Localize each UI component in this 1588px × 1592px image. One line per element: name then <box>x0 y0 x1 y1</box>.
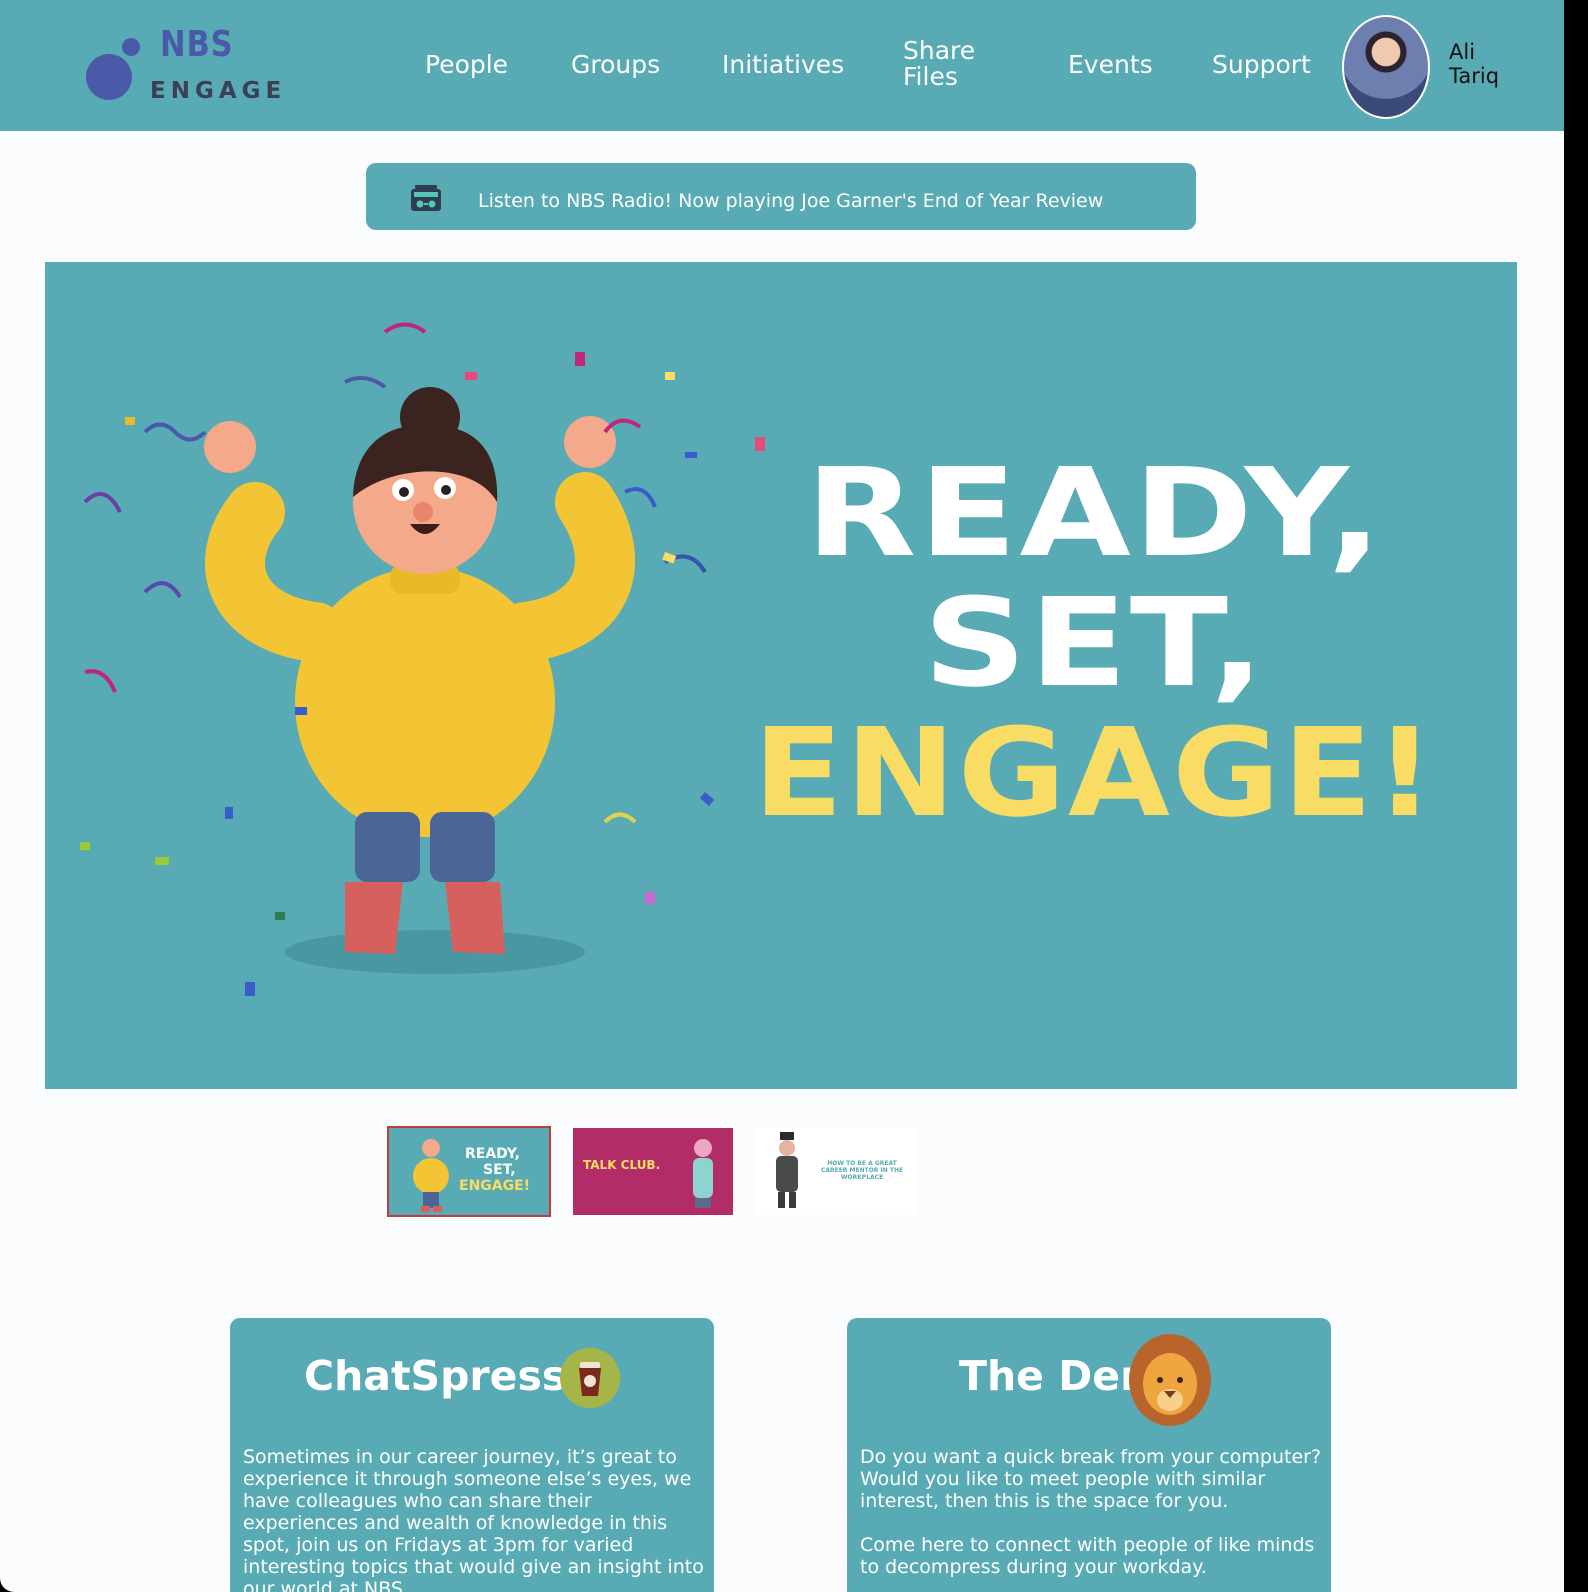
the-den-description: Do you want a quick break from your comp… <box>860 1446 1322 1592</box>
thumb1-line1: READY, <box>465 1146 520 1162</box>
the-den-title: The Den <box>959 1352 1150 1400</box>
nav-share-files[interactable]: Share Files <box>903 38 993 90</box>
nav-initiatives[interactable]: Initiatives <box>722 52 844 78</box>
radio-banner[interactable]: Listen to NBS Radio! Now playing Joe Gar… <box>366 163 1196 230</box>
thumb1-line2: SET, <box>483 1162 516 1178</box>
user-name[interactable]: Ali Tariq <box>1449 40 1499 88</box>
nbs-engage-logo[interactable]: NBS ENGAGE <box>84 24 287 106</box>
logo-small-dot <box>120 36 142 58</box>
nav-events[interactable]: Events <box>1068 52 1153 78</box>
user-first-name: Ali <box>1449 40 1476 64</box>
chatspresso-card[interactable]: ChatSpresso Sometimes in our career jour… <box>230 1318 714 1592</box>
logo-engage-text: ENGAGE <box>150 78 287 104</box>
nav-support[interactable]: Support <box>1212 52 1311 78</box>
thumb1-line3: ENGAGE! <box>459 1178 531 1194</box>
thumbnail-character-icon <box>693 1139 713 1208</box>
nav-groups[interactable]: Groups <box>571 52 660 78</box>
chatspresso-title: ChatSpresso <box>304 1352 595 1400</box>
carousel-thumbnail-2[interactable]: TALK CLUB. <box>573 1128 733 1215</box>
hero-heading-line-2: SET, <box>923 572 1267 714</box>
thumb2-title: TALK CLUB. <box>583 1158 661 1172</box>
nav-people[interactable]: People <box>425 52 508 78</box>
radio-icon <box>411 185 441 211</box>
radio-text: Listen to NBS Radio! Now playing Joe Gar… <box>478 190 1104 212</box>
the-den-card[interactable]: The Den Do you want a quick break from y… <box>847 1318 1331 1592</box>
carousel-thumbnail-1[interactable]: READY, SET, ENGAGE! <box>387 1126 551 1217</box>
the-den-paragraph-2: Come here to connect with people of like… <box>860 1534 1315 1578</box>
coffee-cup-icon <box>560 1348 620 1408</box>
chatspresso-description: Sometimes in our career journey, it’s gr… <box>243 1446 705 1592</box>
user-last-name: Tariq <box>1449 64 1500 88</box>
user-avatar[interactable] <box>1342 15 1430 119</box>
page: NBS ENGAGE People Groups Initiatives Sha… <box>0 0 1564 1592</box>
carousel-thumbnail-3[interactable]: HOW TO BE A GREAT CAREER MENTOR IN THE W… <box>756 1128 916 1215</box>
logo-nbs-text: NBS <box>160 24 234 65</box>
hero-heading-line-3: ENGAGE! <box>753 702 1437 844</box>
thumbnail-character-icon <box>413 1139 449 1212</box>
hero-heading-line-1: READY, <box>805 442 1385 584</box>
thumbnail-character-icon <box>776 1132 798 1208</box>
chatspresso-paragraph-1: Sometimes in our career journey, it’s gr… <box>243 1446 704 1592</box>
lion-icon <box>1129 1334 1211 1426</box>
logo-large-dot <box>86 54 132 100</box>
thumb3-title: HOW TO BE A GREAT CAREER MENTOR IN THE W… <box>820 1160 904 1181</box>
the-den-paragraph-1: Do you want a quick break from your comp… <box>860 1446 1322 1512</box>
top-nav: NBS ENGAGE People Groups Initiatives Sha… <box>0 0 1564 131</box>
hero-carousel-slide[interactable]: READY, SET, ENGAGE! <box>45 262 1517 1089</box>
